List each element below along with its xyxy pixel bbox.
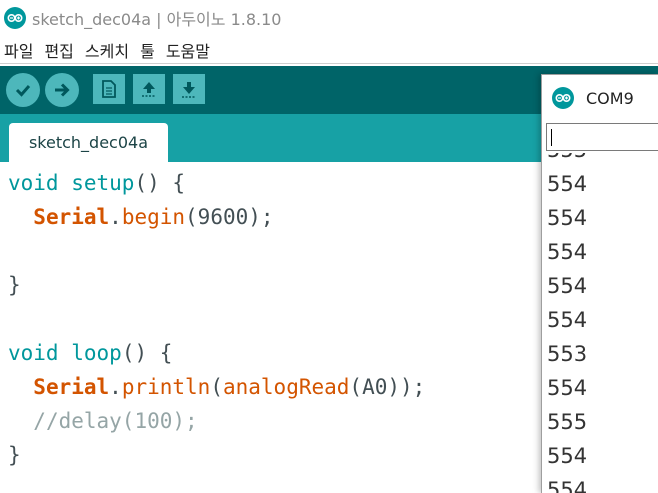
verify-button[interactable]	[6, 73, 40, 107]
serial-monitor-title: COM9	[586, 88, 634, 108]
serial-line: 554	[547, 444, 588, 468]
text-caret	[551, 129, 552, 146]
tab-sketch[interactable]: sketch_dec04a	[9, 123, 168, 162]
menu-tools[interactable]: 툴	[140, 38, 155, 62]
code-line: Serial.begin(9600);	[33, 205, 274, 229]
code-line: Serial.println(analogRead(A0));	[33, 375, 426, 399]
code-line: }	[8, 273, 21, 297]
serial-line: 554	[547, 206, 588, 230]
open-icon	[142, 82, 156, 97]
serial-line: 555	[547, 153, 587, 167]
serial-line: 555	[547, 410, 588, 434]
code-line: //delay(100);	[33, 409, 198, 433]
serial-monitor-titlebar: COM9	[542, 75, 658, 121]
menu-bar: 파일 편집 스케치 툴 도움말	[0, 36, 658, 64]
serial-line: 554	[547, 308, 588, 332]
arduino-logo-icon	[4, 7, 26, 29]
open-button[interactable]	[133, 74, 165, 104]
serial-line: 554	[547, 240, 588, 264]
verify-icon	[15, 85, 31, 97]
upload-button[interactable]	[45, 73, 79, 107]
serial-line: 553	[547, 342, 588, 366]
new-icon	[102, 80, 116, 98]
title-bar: sketch_dec04a | 아두이노 1.8.10	[0, 0, 658, 36]
menu-file[interactable]: 파일	[4, 38, 33, 62]
window-title: sketch_dec04a | 아두이노 1.8.10	[32, 10, 282, 29]
menu-sketch[interactable]: 스케치	[85, 38, 129, 62]
save-icon	[182, 82, 196, 98]
code-line: void loop() {	[8, 341, 173, 365]
serial-monitor-window: COM9 555 554 554 554 554 554 553 554 555…	[541, 74, 658, 493]
new-button[interactable]	[93, 74, 125, 104]
arduino-logo-icon	[552, 87, 574, 109]
menu-help[interactable]: 도움말	[166, 38, 210, 62]
serial-line: 554	[547, 478, 588, 493]
save-button[interactable]	[173, 74, 205, 104]
serial-send-input[interactable]	[546, 123, 658, 151]
serial-line: 554	[547, 274, 588, 298]
serial-line: 554	[547, 376, 588, 400]
serial-line: 554	[547, 172, 588, 196]
menu-edit[interactable]: 편집	[44, 38, 73, 62]
serial-output[interactable]: 555 554 554 554 554 554 553 554 555 554 …	[542, 153, 658, 493]
code-line: void setup() {	[8, 171, 186, 195]
code-line: }	[8, 443, 21, 467]
upload-icon	[55, 83, 70, 97]
